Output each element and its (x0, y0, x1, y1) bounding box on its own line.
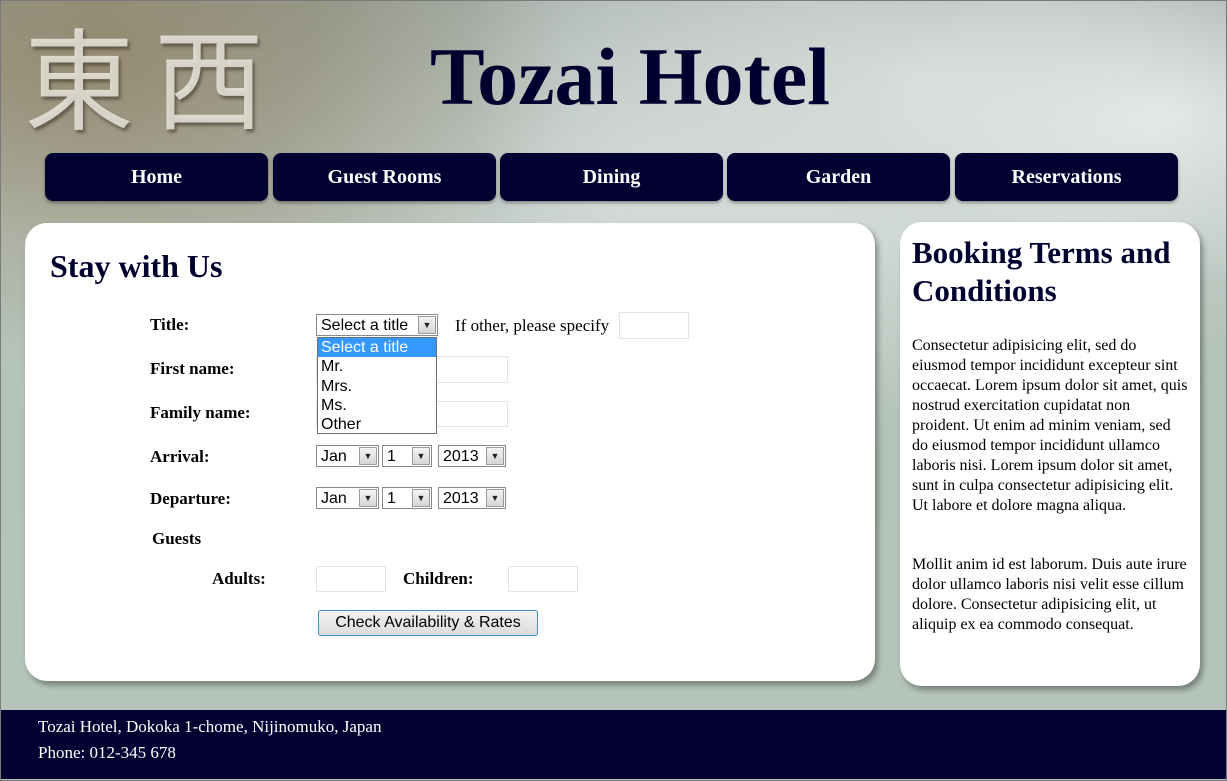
title-option-other[interactable]: Other (318, 415, 436, 434)
title-option-select[interactable]: Select a title (318, 338, 436, 358)
footer: Tozai Hotel, Dokoka 1-chome, Nijinomuko,… (1, 710, 1226, 779)
site-title: Tozai Hotel (429, 31, 831, 122)
chevron-down-icon[interactable]: ▼ (412, 489, 430, 507)
guests-label: Guests (152, 529, 202, 548)
form-heading: Stay with Us (50, 248, 223, 284)
family-name-label: Family name: (150, 403, 251, 422)
arrival-label: Arrival: (150, 447, 210, 466)
check-availability-button[interactable]: Check Availability & Rates (318, 610, 538, 636)
title-select-value: Select a title (321, 317, 409, 334)
chevron-down-icon[interactable]: ▼ (486, 447, 504, 465)
departure-day-select[interactable]: 1 ▼ (382, 487, 432, 509)
chevron-down-icon[interactable]: ▼ (359, 489, 377, 507)
adults-label: Adults: (212, 569, 266, 588)
booking-form-panel: Stay with Us Title: Select a title ▼ If … (25, 223, 875, 681)
terms-paragraph-1: Consectetur adipisicing elit, sed do eiu… (912, 337, 1188, 514)
chevron-down-icon[interactable]: ▼ (486, 489, 504, 507)
arrival-month-value: Jan (321, 448, 347, 465)
nav-dining[interactable]: Dining (500, 153, 723, 201)
other-title-label: If other, please specify (455, 316, 610, 335)
title-option-mr[interactable]: Mr. (318, 357, 436, 376)
footer-phone: Phone: 012-345 678 (38, 743, 176, 762)
terms-paragraph-2: Mollit anim id est laborum. Duis aute ir… (912, 556, 1187, 633)
departure-year-select[interactable]: 2013 ▼ (438, 487, 506, 509)
other-title-input[interactable] (619, 312, 689, 339)
arrival-day-select[interactable]: 1 ▼ (382, 445, 432, 467)
arrival-year-select[interactable]: 2013 ▼ (438, 445, 506, 467)
arrival-month-select[interactable]: Jan ▼ (316, 445, 379, 467)
chevron-down-icon[interactable]: ▼ (412, 447, 430, 465)
nav-guest-rooms[interactable]: Guest Rooms (273, 153, 496, 201)
departure-label: Departure: (150, 489, 231, 508)
chevron-down-icon[interactable]: ▼ (359, 447, 377, 465)
footer-address: Tozai Hotel, Dokoka 1-chome, Nijinomuko,… (38, 717, 382, 736)
title-select[interactable]: Select a title ▼ (316, 314, 438, 336)
adults-input[interactable] (316, 566, 386, 592)
title-options-list: Select a title Mr. Mrs. Ms. Other (317, 337, 437, 434)
title-option-ms[interactable]: Ms. (318, 396, 436, 415)
departure-month-value: Jan (321, 490, 347, 507)
title-label: Title: (150, 315, 190, 334)
departure-day-value: 1 (387, 490, 396, 507)
terms-panel: Booking Terms and Conditions Consectetur… (900, 222, 1200, 686)
children-label: Children: (403, 569, 474, 588)
departure-year-value: 2013 (443, 490, 479, 507)
children-input[interactable] (508, 566, 578, 592)
terms-heading: Booking Terms and Conditions (912, 235, 1171, 308)
arrival-year-value: 2013 (443, 448, 479, 465)
title-option-mrs[interactable]: Mrs. (318, 377, 436, 396)
nav-garden[interactable]: Garden (727, 153, 950, 201)
arrival-day-value: 1 (387, 448, 396, 465)
nav-home[interactable]: Home (45, 153, 268, 201)
first-name-label: First name: (150, 359, 235, 378)
departure-month-select[interactable]: Jan ▼ (316, 487, 379, 509)
chevron-down-icon[interactable]: ▼ (418, 316, 436, 334)
nav-reservations[interactable]: Reservations (955, 153, 1178, 201)
